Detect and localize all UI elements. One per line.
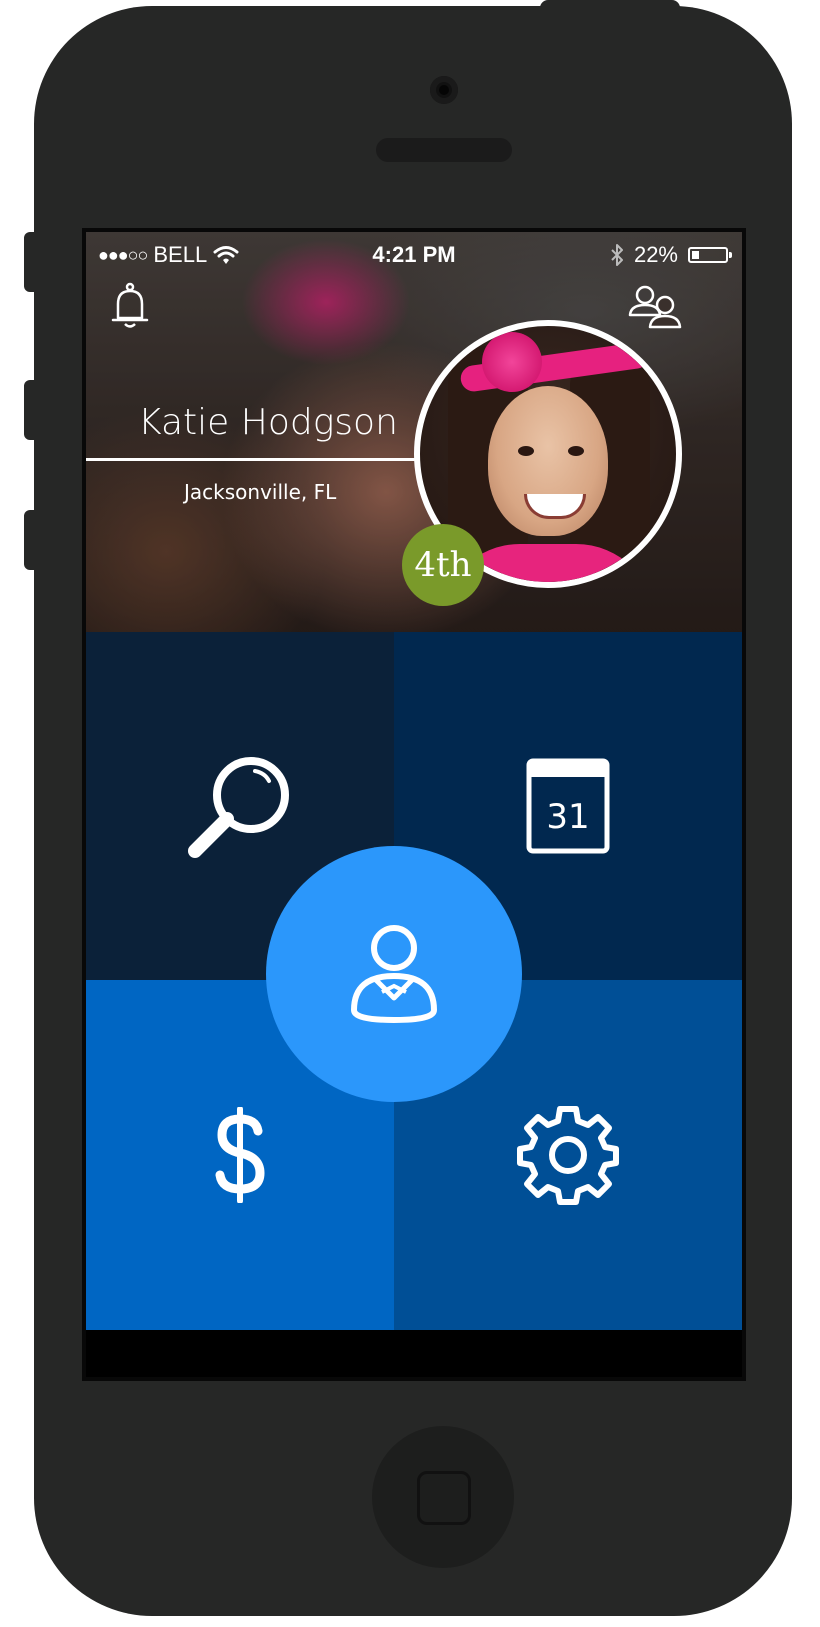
calendar-icon: 31 — [526, 758, 610, 854]
name-divider — [86, 458, 416, 461]
bluetooth-icon — [611, 244, 623, 266]
dollar-icon — [215, 1107, 265, 1203]
bell-icon — [111, 282, 149, 328]
battery-level — [692, 251, 699, 259]
status-right: 22% — [610, 242, 732, 268]
profile-button[interactable] — [266, 846, 522, 1102]
person-icon — [351, 925, 437, 1023]
student-name: Katie Hodgson — [138, 402, 398, 443]
calendar-day: 31 — [546, 797, 589, 837]
battery-percent: 22% — [633, 242, 678, 267]
front-camera — [430, 76, 458, 104]
battery-icon — [688, 247, 732, 263]
status-bar: ●●●○○ BELL 4:21 PM 22% — [86, 232, 742, 278]
screen: ●●●○○ BELL 4:21 PM 22% Katie Hodgson Jac… — [82, 228, 746, 1381]
avatar-bow — [482, 332, 542, 392]
avatar-eye-right — [568, 446, 584, 456]
grade-badge: 4th — [402, 524, 484, 606]
search-icon — [188, 757, 289, 858]
home-button — [372, 1426, 514, 1568]
stage: ●●●○○ BELL 4:21 PM 22% Katie Hodgson Jac… — [0, 0, 820, 1627]
notifications-button[interactable] — [106, 280, 154, 332]
earpiece-speaker — [376, 138, 512, 162]
student-location: Jacksonville, FL — [184, 480, 337, 504]
avatar-eye-left — [518, 446, 534, 456]
switch-student-button[interactable] — [626, 282, 686, 332]
gear-icon — [517, 1106, 619, 1205]
home-button-square — [417, 1471, 471, 1525]
profile-header: ●●●○○ BELL 4:21 PM 22% Katie Hodgson Jac… — [86, 232, 742, 652]
people-icon — [628, 285, 682, 329]
